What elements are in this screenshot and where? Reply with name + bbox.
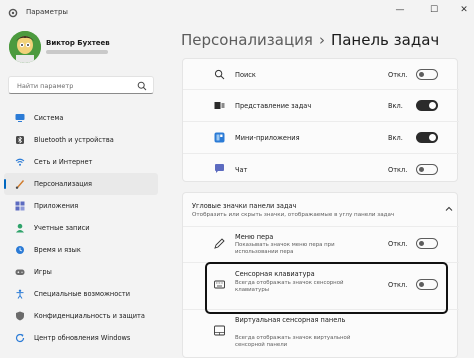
maximize-button[interactable]: ☐ (425, 3, 443, 17)
sidebar-item-label: Сеть и Интернет (34, 158, 93, 166)
sidebar-item-label: Система (34, 114, 64, 122)
sidebar-item-time-language[interactable]: Время и язык (4, 239, 158, 261)
setting-row-task-view[interactable]: Представление задач Вкл. (183, 90, 459, 120)
toggle-state-text: Откл. (388, 166, 408, 174)
toggle-state-text: Вкл. (388, 102, 403, 110)
touchpad-icon (214, 325, 225, 336)
pen-icon (214, 238, 225, 249)
section-subtitle: Отобразить или скрыть значки, отображаем… (192, 212, 395, 218)
page-title: Панель задач (330, 31, 440, 49)
sidebar-item-label: Конфиденциальность и защита (34, 312, 145, 320)
taskbar-items-card: Поиск Откл. Представление задач Вкл. Мин… (182, 58, 459, 184)
sidebar-item-accounts[interactable]: Учетные записи (4, 217, 158, 239)
corner-icons-header[interactable]: Угловые значки панели задач Отобразить и… (183, 193, 459, 225)
pen-menu-toggle[interactable] (416, 238, 438, 249)
profile-name: Виктор Бухтеев (46, 39, 110, 47)
sidebar-item-apps[interactable]: Приложения (4, 195, 158, 217)
search-placeholder: Найти параметр (17, 82, 74, 90)
sidebar-item-accessibility[interactable]: Специальные возможности (4, 283, 158, 305)
avatar-image (9, 31, 41, 63)
search-icon (137, 81, 147, 91)
section-title: Угловые значки панели задач (192, 202, 297, 210)
accessibility-icon (15, 289, 25, 299)
setting-description: Показывать значок меню пера при использо… (235, 242, 335, 255)
apps-icon (15, 201, 25, 211)
globe-clock-icon (15, 245, 25, 255)
setting-row-widgets[interactable]: Мини-приложения Вкл. (183, 122, 459, 152)
sidebar-item-privacy[interactable]: Конфиденциальность и защита (4, 305, 158, 327)
window-title: Параметры (26, 8, 68, 16)
highlight-frame (205, 262, 448, 314)
bluetooth-icon (15, 135, 25, 145)
setting-row-chat[interactable]: Чат Откл. (183, 154, 459, 184)
sidebar-item-label: Приложения (34, 202, 79, 210)
toggle-state-text: Откл. (388, 240, 408, 248)
maximize-icon: ☐ (429, 5, 439, 15)
task-view-toggle[interactable] (416, 100, 438, 111)
search-input[interactable]: Найти параметр (8, 76, 154, 94)
sidebar-item-label: Bluetooth и устройства (34, 136, 114, 144)
setting-label: Чат (235, 166, 248, 174)
setting-label: Представление задач (235, 102, 312, 110)
setting-label: Виртуальная сенсорная панель (235, 316, 346, 324)
close-icon: ✕ (460, 5, 468, 15)
chat-icon (215, 164, 224, 173)
gamepad-icon (15, 267, 25, 277)
sidebar-item-gaming[interactable]: Игры (4, 261, 158, 283)
breadcrumb-separator: › (318, 31, 325, 49)
search-icon (214, 69, 225, 80)
sidebar-item-windows-update[interactable]: Центр обновления Windows (4, 327, 158, 349)
avatar[interactable] (9, 31, 41, 63)
setting-row-virtual-touchpad[interactable]: Виртуальная сенсорная панель Всегда отоб… (183, 311, 459, 358)
sidebar-item-bluetooth[interactable]: Bluetooth и устройства (4, 129, 158, 151)
setting-row-search[interactable]: Поиск Откл. (183, 59, 459, 89)
setting-label: Поиск (235, 71, 256, 79)
wifi-icon (15, 157, 25, 167)
breadcrumb: Персонализация › Панель задач (181, 31, 439, 49)
sidebar-item-label: Время и язык (34, 246, 81, 254)
title-bar: Параметры — ☐ ✕ (0, 0, 474, 26)
minimize-icon: — (395, 5, 405, 15)
close-button[interactable]: ✕ (455, 3, 473, 17)
settings-app-icon (8, 8, 18, 18)
sidebar-item-label: Игры (34, 268, 52, 276)
brush-icon (15, 179, 25, 189)
sidebar-item-network[interactable]: Сеть и Интернет (4, 151, 158, 173)
toggle-state-text: Вкл. (388, 134, 403, 142)
setting-description: Всегда отображать значок виртуальной сен… (235, 335, 351, 348)
chevron-up-icon (445, 206, 453, 211)
widgets-toggle[interactable] (416, 132, 438, 143)
task-view-icon (214, 102, 225, 109)
sidebar-item-label: Учетные записи (34, 224, 90, 232)
setting-row-pen-menu[interactable]: Меню пера Показывать значок меню пера пр… (183, 227, 459, 261)
monitor-icon (15, 113, 25, 123)
sidebar-nav: Система Bluetooth и устройства Сеть и Ин… (4, 107, 158, 349)
minimize-button[interactable]: — (391, 3, 409, 17)
person-icon (15, 223, 25, 233)
profile-email-redacted (46, 50, 108, 54)
sidebar-item-label: Персонализация (34, 180, 92, 188)
sidebar-item-system[interactable]: Система (4, 107, 158, 129)
search-toggle[interactable] (416, 69, 438, 80)
sidebar-item-personalization[interactable]: Персонализация (4, 173, 158, 195)
update-icon (15, 333, 25, 343)
setting-label: Меню пера (235, 233, 274, 241)
widgets-icon (214, 132, 225, 143)
toggle-state-text: Откл. (388, 71, 408, 79)
setting-label: Мини-приложения (235, 134, 300, 142)
shield-icon (15, 311, 25, 321)
chat-toggle[interactable] (416, 164, 438, 175)
sidebar-item-label: Центр обновления Windows (34, 334, 131, 342)
sidebar-item-label: Специальные возможности (34, 290, 131, 298)
breadcrumb-parent[interactable]: Персонализация (181, 31, 313, 49)
